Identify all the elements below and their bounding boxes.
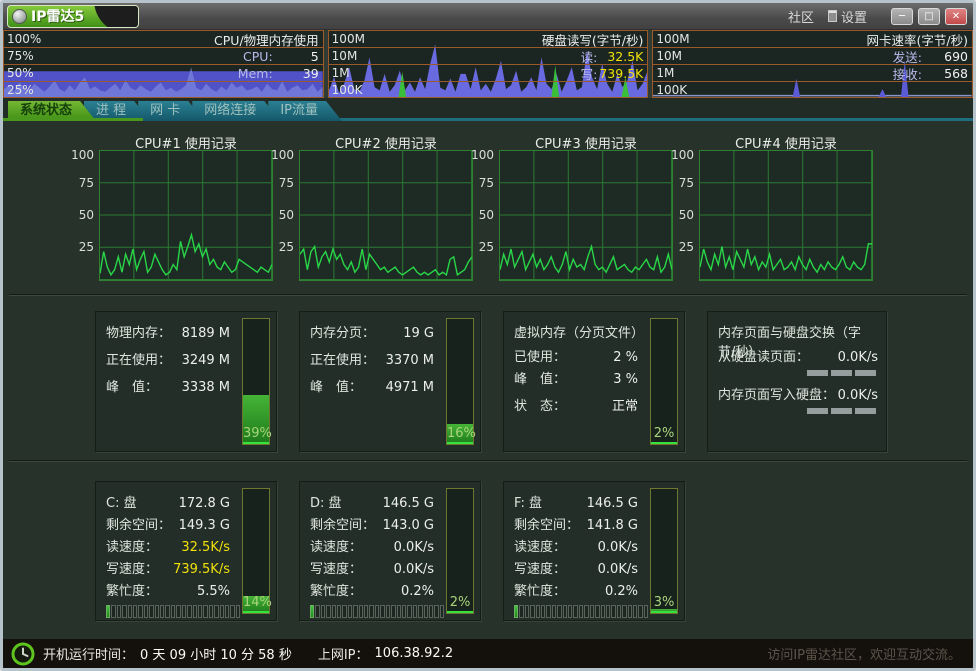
virtual-memory-panel: 虚拟内存（分页文件） 已使用：2 % 峰 值：3 % 状 态：正常 2%	[503, 311, 685, 452]
uptime-label: 开机运行时间：	[43, 644, 134, 663]
community-hint: 访问IP雷达社区，欢迎互动交流。	[767, 644, 961, 663]
disk-c-usage-meter: 14%	[242, 488, 270, 614]
minimize-button[interactable]: ─	[891, 8, 913, 25]
disk-row: C: 盘172.8 G 剩余空间：149.3 G 读速度：32.5K/s 写速度…	[3, 481, 973, 621]
cpu1-chart-group: CPU#1 使用记录 100 75 50 25	[73, 133, 273, 281]
page-write-minibar	[718, 408, 876, 414]
stat-value: 5	[273, 49, 319, 64]
separator	[9, 294, 967, 296]
scale-label: 50%	[7, 65, 67, 81]
chart-title: CPU#2 使用记录	[299, 133, 473, 150]
tab-ip-traffic[interactable]: IP流量	[268, 101, 342, 121]
stat-value: 568	[922, 66, 968, 81]
globe-icon	[12, 9, 27, 24]
disk-d-busy-bar	[310, 605, 444, 618]
stat-label: CPU:	[243, 49, 273, 64]
page-swap-panel: 内存页面与硬盘交换（字节/秒） 从硬盘读页面：0.0K/s 内存页面写入硬盘：0…	[707, 311, 887, 452]
uptime-clock-icon	[11, 642, 35, 666]
scale-label: 100K	[656, 82, 716, 98]
disk-f-usage-meter: 3%	[650, 488, 678, 614]
disk-c-busy-bar	[106, 605, 240, 618]
stat-label: Mem:	[238, 66, 273, 81]
scale-label: 100M	[332, 31, 392, 47]
cpu3-chart-group: CPU#3 使用记录 100 75 50 25	[473, 133, 673, 281]
physical-memory-panel: 物理内存：8189 M 正在使用：3249 M 峰 值：3338 M 39%	[95, 311, 277, 452]
system-status-page: CPU#1 使用记录 100 75 50 25 CPU#2 使用记录 100	[3, 121, 973, 639]
separator	[9, 460, 967, 462]
cpu-mem-graph-panel: 100% 75% 50% 25% CPU/物理内存使用 CPU:5 Mem:39	[3, 30, 324, 98]
scale-label: 10M	[332, 48, 392, 64]
graph-title: CPU/物理内存使用	[214, 30, 319, 49]
scale-label: 25%	[7, 82, 67, 98]
app-logo: IP雷达5	[7, 5, 139, 28]
tabbar: 系统状态 进 程 网 卡 网络连接 IP流量	[3, 98, 973, 121]
cpu-history-row: CPU#1 使用记录 100 75 50 25 CPU#2 使用记录 100	[3, 121, 973, 281]
close-button[interactable]: ✕	[945, 8, 967, 25]
cpu2-chart-group: CPU#2 使用记录 100 75 50 25	[273, 133, 473, 281]
stat-value: 739.5K	[597, 66, 643, 81]
chart-title: CPU#4 使用记录	[699, 133, 873, 150]
cpu4-usage-chart	[699, 150, 873, 281]
logo-swoosh	[94, 5, 139, 28]
cpu3-usage-chart	[499, 150, 673, 281]
settings-icon	[828, 10, 837, 22]
disk-io-graph-panel: 100M 10M 1M 100K 硬盘读写(字节/秒) 读:32.5K 写:73…	[328, 30, 649, 98]
scale-label: 100%	[7, 31, 67, 47]
top-graphs-row: 100% 75% 50% 25% CPU/物理内存使用 CPU:5 Mem:39…	[3, 30, 973, 98]
disk-d-usage-meter: 2%	[446, 488, 474, 614]
ip-label: 上网IP：	[318, 644, 369, 663]
app-window: IP雷达5 社区 设置 ─ □ ✕ 100% 75% 50% 25% CPU/物…	[0, 0, 976, 671]
stat-value: 32.5K	[597, 49, 643, 64]
panel-title: 虚拟内存（分页文件）	[514, 322, 638, 346]
memory-usage-meter: 39%	[242, 318, 270, 445]
scale-label: 100M	[656, 31, 716, 47]
scale-label: 75%	[7, 48, 67, 64]
network-graph-panel: 100M 10M 1M 100K 网卡速率(字节/秒) 发送:690 接收:56…	[652, 30, 973, 98]
stat-label: 接收:	[893, 64, 922, 83]
stat-label: 写:	[581, 64, 598, 83]
disk-f-panel: F: 盘146.5 G 剩余空间：141.8 G 读速度：0.0K/s 写速度：…	[503, 481, 685, 621]
cpu1-usage-chart	[99, 150, 273, 281]
statusbar: 开机运行时间： 0 天 09 小时 10 分 58 秒 上网IP： 106.38…	[3, 639, 973, 668]
app-title: IP雷达5	[31, 6, 84, 26]
stat-value: 690	[922, 49, 968, 64]
tab-network-connections[interactable]: 网络连接	[192, 101, 280, 121]
chart-title: CPU#1 使用记录	[99, 133, 273, 150]
maximize-button[interactable]: □	[918, 8, 940, 25]
page-file-panel: 内存分页：19 G 正在使用：3370 M 峰 值：4971 M 16%	[299, 311, 481, 452]
page-read-minibar	[718, 370, 876, 376]
scale-label: 100K	[332, 82, 392, 98]
tabbar-underline-active	[3, 118, 143, 121]
disk-f-busy-bar	[514, 605, 648, 618]
titlebar: IP雷达5 社区 设置 ─ □ ✕	[3, 3, 973, 30]
disk-d-panel: D: 盘146.5 G 剩余空间：143.0 G 读速度：0.0K/s 写速度：…	[299, 481, 481, 621]
virtual-memory-meter: 2%	[650, 318, 678, 445]
settings-link[interactable]: 设置	[828, 7, 867, 26]
community-link[interactable]: 社区	[788, 7, 814, 26]
cpu4-chart-group: CPU#4 使用记录 100 75 50 25	[673, 133, 873, 281]
scale-label: 1M	[656, 65, 716, 81]
pagefile-usage-meter: 16%	[446, 318, 474, 445]
chart-title: CPU#3 使用记录	[499, 133, 673, 150]
uptime-value: 0 天 09 小时 10 分 58 秒	[140, 644, 292, 663]
disk-c-panel: C: 盘172.8 G 剩余空间：149.3 G 读速度：32.5K/s 写速度…	[95, 481, 277, 621]
scale-label: 1M	[332, 65, 392, 81]
panel-title: 内存页面与硬盘交换（字节/秒）	[718, 322, 878, 346]
stat-value: 39	[273, 66, 319, 81]
ip-value: 106.38.92.2	[375, 646, 454, 661]
scale-label: 10M	[656, 48, 716, 64]
memory-row: 物理内存：8189 M 正在使用：3249 M 峰 值：3338 M 39% 内…	[3, 311, 973, 452]
cpu2-usage-chart	[299, 150, 473, 281]
